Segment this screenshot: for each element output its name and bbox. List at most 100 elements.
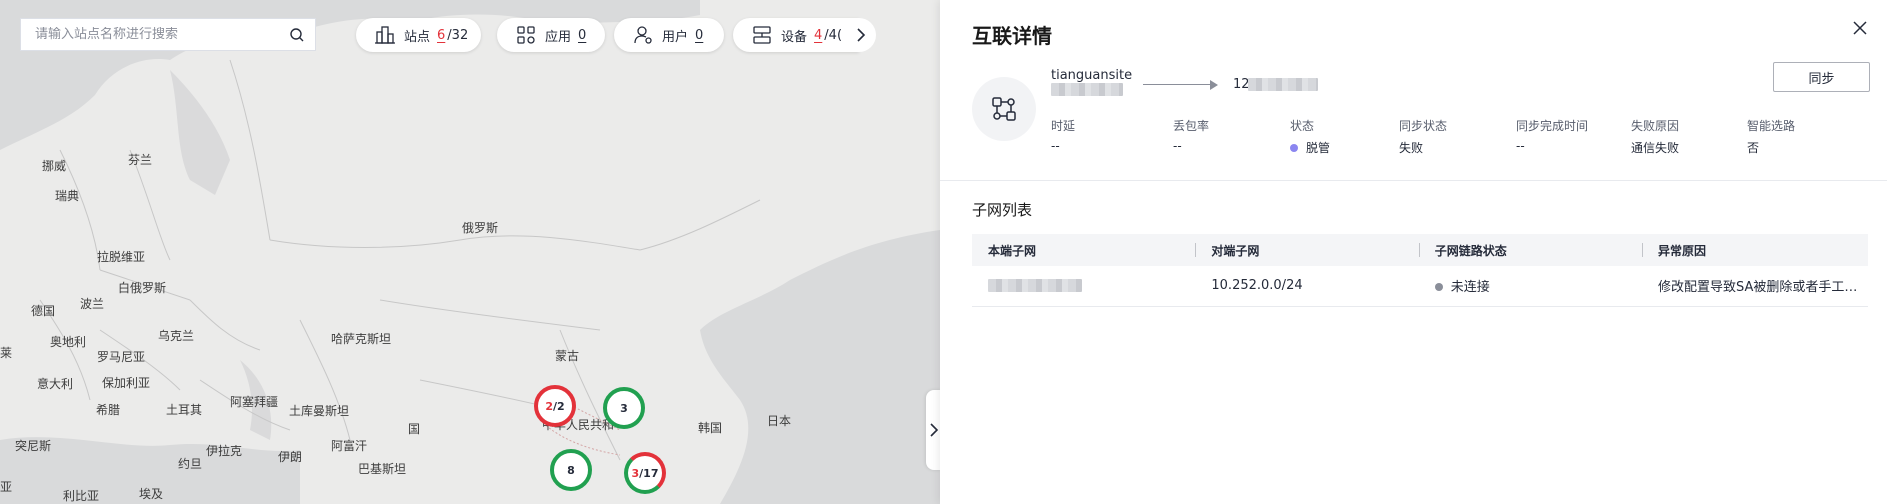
meta-key: 智能选路 (1747, 119, 1796, 133)
cluster-fault-count: 3 (631, 466, 640, 480)
meta-value: -- (1173, 139, 1182, 153)
meta-value: 失败 (1399, 141, 1424, 155)
map-label: 土耳其 (166, 403, 203, 417)
section-divider (940, 180, 1887, 181)
site-cluster-marker[interactable]: 8 (550, 449, 592, 491)
map-label: 亚 (0, 480, 13, 494)
drawer-collapse-handle[interactable] (926, 390, 940, 470)
stat-total: /4( (824, 27, 843, 43)
world-map[interactable]: 挪威 芬兰 瑞典 俄罗斯 拉脱维亚 白俄罗斯 德国 波兰 乌克兰 哈萨克斯坦 奥… (0, 0, 940, 504)
map-label: 乌克兰 (158, 329, 195, 343)
map-label: 罗马尼亚 (97, 350, 146, 364)
map-label: 意大利 (37, 377, 74, 391)
meta-value: -- (1516, 139, 1525, 153)
meta-key: 同步完成时间 (1516, 119, 1589, 133)
status-text: 脱管 (1306, 141, 1331, 155)
map-label: 突尼斯 (15, 439, 52, 453)
column-header-remote-subnet: 对端子网 (1195, 234, 1419, 266)
link-arrow (1143, 84, 1213, 85)
cluster-total-count: /2 (552, 399, 565, 413)
cell-link-status: 未连接 (1418, 266, 1642, 307)
chevron-right-icon (930, 423, 939, 437)
map-label: 土库曼斯坦 (289, 404, 350, 418)
map-label: 芬兰 (128, 153, 153, 167)
meta-key: 丢包率 (1173, 119, 1210, 133)
meta-sync-finish-time: 同步完成时间 -- (1516, 117, 1588, 153)
meta-value: 脱管 (1290, 139, 1330, 156)
meta-failure-reason: 失败原因 通信失败 (1631, 117, 1679, 156)
meta-smart-routing: 智能选路 否 (1747, 117, 1795, 156)
cluster-total-count: 8 (567, 463, 575, 477)
chevron-right-icon (857, 28, 866, 42)
table-header-row: 本端子网 对端子网 子网链路状态 异常原因 (972, 234, 1868, 266)
arrow-right-icon (1210, 80, 1218, 90)
local-site-name: tianguansite (1051, 68, 1133, 83)
meta-value: 否 (1747, 141, 1760, 155)
redacted-local-address (1051, 83, 1123, 96)
map-label: 俄罗斯 (462, 221, 499, 235)
map-label: 哈萨克斯坦 (331, 332, 392, 346)
map-label: 阿塞拜疆 (230, 395, 279, 409)
table-row[interactable]: 10.252.0.0/24 未连接 修改配置导致SA被删除或者手工删除SA (972, 266, 1868, 307)
link-status-text: 未连接 (1450, 280, 1490, 296)
map-label: 日本 (767, 414, 792, 428)
stat-value[interactable]: 4 (814, 28, 822, 43)
map-label: 国 (408, 422, 421, 436)
stat-label: 用户 (662, 29, 689, 45)
sync-button[interactable]: 同步 (1773, 62, 1870, 92)
stat-value[interactable]: 0 (695, 28, 703, 43)
abnormal-reason-text: 修改配置导致SA被删除或者手工删除SA (1657, 280, 1868, 296)
map-label: 希腊 (96, 403, 121, 417)
subnet-list-title: 子网列表 (972, 201, 1033, 219)
stat-pill-apps[interactable]: 应用 0 (497, 18, 605, 52)
map-label: 保加利亚 (102, 376, 151, 390)
meta-key: 同步状态 (1399, 119, 1448, 133)
cluster-fault-count: 2 (545, 399, 553, 413)
stat-label: 站点 (404, 29, 431, 45)
map-label: 伊朗 (278, 450, 303, 464)
column-header-local-subnet: 本端子网 (972, 234, 1196, 266)
link-avatar (972, 77, 1036, 141)
map-label: 利比亚 (63, 489, 100, 503)
meta-value: 通信失败 (1631, 141, 1680, 155)
meta-sync-status: 同步状态 失败 (1399, 117, 1447, 156)
stat-label: 应用 (545, 29, 572, 45)
stat-total: /32 (447, 27, 469, 43)
cluster-total-count: 3 (620, 401, 628, 415)
search-icon[interactable] (289, 27, 305, 43)
map-label: 奥地利 (50, 335, 87, 349)
subnet-table: 本端子网 对端子网 子网链路状态 异常原因 10.252.0.0/24 未连接 … (972, 234, 1868, 307)
status-dot (1290, 143, 1298, 152)
map-label: 白俄罗斯 (118, 281, 167, 295)
meta-key: 时延 (1051, 119, 1076, 133)
site-cluster-marker[interactable]: 3 (603, 387, 645, 429)
redacted-remote-address (1248, 78, 1318, 91)
site-search-box[interactable] (20, 18, 316, 51)
map-label: 拉脱维亚 (97, 250, 146, 264)
map-label: 约旦 (178, 457, 203, 471)
map-label: 埃及 (139, 487, 164, 501)
map-label: 韩国 (698, 421, 723, 435)
drawer-title: 互联详情 (972, 24, 1052, 48)
site-search-input[interactable] (35, 27, 289, 42)
map-label: 波兰 (80, 297, 105, 311)
map-label: 阿富汗 (331, 439, 368, 453)
meta-latency: 时延 -- (1051, 117, 1075, 153)
stat-pill-devices[interactable]: 设备 4 /4( (733, 18, 859, 52)
interconnect-detail-drawer: 互联详情 同步 tianguansite 12 时延 -- 丢包率 -- 状态 … (940, 0, 1887, 504)
stat-pill-users[interactable]: 用户 0 (614, 18, 724, 52)
map-label: 瑞典 (55, 189, 80, 203)
stat-value[interactable]: 6 (437, 28, 445, 43)
map-label: 伊拉克 (206, 444, 243, 458)
site-cluster-marker[interactable]: 2/2 (534, 385, 576, 427)
meta-status: 状态 脱管 (1290, 117, 1330, 156)
map-label: 德国 (31, 304, 56, 318)
close-icon[interactable] (1852, 20, 1868, 36)
user-gear-icon (634, 26, 652, 44)
stat-value[interactable]: 0 (578, 28, 586, 43)
meta-key: 失败原因 (1631, 119, 1680, 133)
cell-remote-subnet: 10.252.0.0/24 (1195, 266, 1419, 307)
stat-pill-sites[interactable]: 站点 6 /32 (356, 18, 481, 52)
topology-link-icon (992, 97, 1016, 121)
site-cluster-marker[interactable]: 3/17 (624, 452, 666, 494)
